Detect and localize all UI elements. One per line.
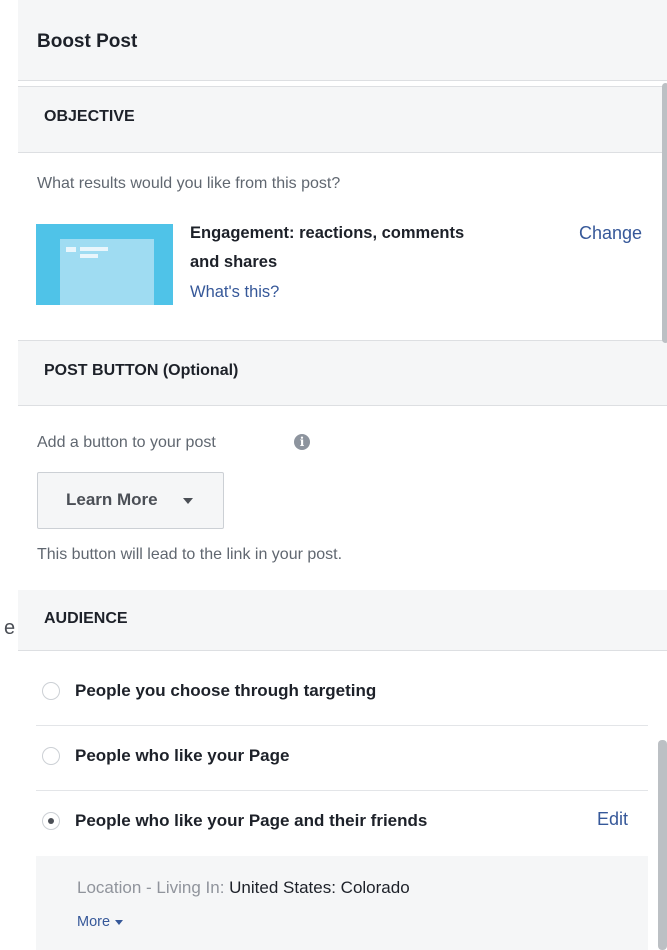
audience-radio-targeting[interactable] bbox=[42, 682, 60, 700]
objective-thumbnail bbox=[36, 224, 173, 305]
chevron-down-icon bbox=[183, 498, 193, 504]
selected-objective-line2: and shares bbox=[190, 253, 278, 271]
objective-question: What results would you like from this po… bbox=[37, 175, 341, 192]
info-icon[interactable]: i bbox=[294, 434, 310, 450]
background-page-strip: e bbox=[0, 0, 18, 950]
objective-section-header: OBJECTIVE bbox=[18, 86, 667, 153]
whats-this-link[interactable]: What's this? bbox=[190, 283, 279, 302]
location-label: Location - Living In: bbox=[77, 878, 225, 897]
audience-option-label: People you choose through targeting bbox=[75, 681, 377, 700]
audience-option-label: People who like your Page and their frie… bbox=[75, 811, 428, 830]
objective-section-label: OBJECTIVE bbox=[44, 108, 135, 125]
selected-objective: Engagement: reactions, comments and shar… bbox=[190, 219, 550, 277]
more-link[interactable]: More bbox=[77, 914, 124, 930]
chevron-down-icon bbox=[115, 919, 124, 925]
audience-option-label: People who like your Page bbox=[75, 746, 290, 765]
radio-selected-dot bbox=[48, 818, 54, 824]
location-row: Location - Living In: United States: Col… bbox=[77, 878, 410, 898]
edit-audience-link[interactable]: Edit bbox=[597, 809, 628, 830]
location-value: United States: Colorado bbox=[229, 878, 410, 897]
audience-option-page-likers-friends[interactable]: People who like your Page and their frie… bbox=[18, 810, 648, 834]
change-objective-link[interactable]: Change bbox=[579, 223, 642, 244]
background-page-text: e bbox=[4, 617, 16, 639]
scrollbar-upper[interactable] bbox=[662, 83, 667, 343]
selected-objective-line1: Engagement: reactions, comments bbox=[190, 224, 465, 242]
panel-header: Boost Post bbox=[18, 0, 667, 81]
audience-section-header: AUDIENCE bbox=[18, 590, 667, 651]
add-button-label: Add a button to your post bbox=[37, 434, 216, 451]
audience-details: Location - Living In: United States: Col… bbox=[36, 856, 648, 950]
divider bbox=[36, 725, 648, 726]
audience-option-targeting[interactable]: People you choose through targeting bbox=[18, 680, 648, 704]
post-preview-icon bbox=[60, 239, 154, 305]
audience-section-label: AUDIENCE bbox=[44, 610, 128, 627]
post-button-dropdown-value: Learn More bbox=[66, 490, 158, 509]
more-label: More bbox=[77, 914, 111, 930]
divider bbox=[36, 790, 648, 791]
page-title: Boost Post bbox=[37, 31, 138, 52]
audience-radio-page-likers[interactable] bbox=[42, 747, 60, 765]
scrollbar-lower[interactable] bbox=[658, 740, 667, 950]
post-button-dropdown[interactable]: Learn More bbox=[37, 472, 224, 529]
post-button-section-header: POST BUTTON (Optional) bbox=[18, 340, 667, 406]
post-button-section-label: POST BUTTON (Optional) bbox=[44, 362, 239, 379]
audience-radio-page-likers-friends[interactable] bbox=[42, 812, 60, 830]
boost-post-panel: Boost Post OBJECTIVE What results would … bbox=[18, 0, 667, 950]
post-button-hint: This button will lead to the link in you… bbox=[37, 546, 343, 563]
audience-option-page-likers[interactable]: People who like your Page bbox=[18, 745, 648, 769]
